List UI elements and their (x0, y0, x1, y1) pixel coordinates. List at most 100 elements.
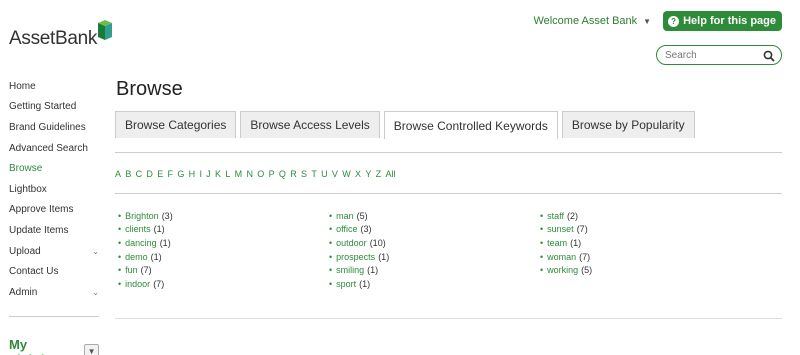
letter-link-k[interactable]: K (215, 169, 221, 179)
letter-link-h[interactable]: H (189, 169, 196, 179)
letter-link-t[interactable]: T (311, 169, 317, 179)
letter-link-s[interactable]: S (301, 169, 307, 179)
keyword-link[interactable]: working (547, 265, 578, 275)
letter-link-u[interactable]: U (321, 169, 328, 179)
help-button[interactable]: ? Help for this page (663, 11, 782, 31)
bullet-icon: • (118, 251, 122, 262)
letter-link-y[interactable]: Y (365, 169, 371, 179)
tab-browse-by-popularity[interactable]: Browse by Popularity (561, 111, 695, 138)
chevron-down-icon[interactable]: ⌄ (92, 247, 99, 256)
tabs-divider (115, 152, 782, 153)
keyword-link[interactable]: sunset (547, 224, 574, 234)
letter-link-g[interactable]: G (177, 169, 184, 179)
tab-browse-access-levels[interactable]: Browse Access Levels (240, 111, 380, 138)
sidebar-item-brand-guidelines[interactable]: Brand Guidelines (9, 117, 99, 138)
sidebar-item-update-items[interactable]: Update Items (9, 220, 99, 241)
letter-link-q[interactable]: Q (279, 169, 286, 179)
keyword-link[interactable]: smiling (336, 265, 364, 275)
letter-link-m[interactable]: M (235, 169, 243, 179)
letter-link-v[interactable]: V (332, 169, 338, 179)
letter-link-all[interactable]: All (385, 169, 395, 179)
sidebar-item-advanced-search[interactable]: Advanced Search (9, 138, 99, 159)
keyword-link[interactable]: dancing (125, 238, 157, 248)
keyword-link[interactable]: outdoor (336, 238, 367, 248)
keyword-count: (1) (367, 265, 379, 276)
chevron-down-icon[interactable]: ⌄ (92, 288, 99, 297)
search-input[interactable] (665, 49, 763, 61)
letter-link-a[interactable]: A (115, 169, 121, 179)
keyword-count: (1) (359, 278, 371, 289)
letter-link-b[interactable]: B (125, 169, 131, 179)
keyword-link[interactable]: prospects (336, 252, 375, 262)
keyword-list-item: • working (5) (540, 263, 592, 277)
sidebar-item-approve-items[interactable]: Approve Items (9, 200, 99, 221)
bullet-icon: • (118, 224, 122, 235)
bullet-icon: • (118, 278, 122, 289)
sidebar-item-label: Update Items (9, 224, 69, 236)
keyword-column-2: • man (5) • office (3) • outdoor (10) • prospects(… (329, 209, 389, 291)
letter-link-x[interactable]: X (355, 169, 361, 179)
keyword-link[interactable]: clients (125, 224, 151, 234)
letter-link-n[interactable]: N (246, 169, 253, 179)
letter-link-p[interactable]: P (269, 169, 275, 179)
keyword-list-item: • woman (7) (540, 250, 592, 264)
keyword-link[interactable]: woman (547, 252, 576, 262)
sidebar-item-label: Getting Started (9, 101, 77, 113)
keyword-count: (1) (570, 237, 582, 248)
welcome-text: Welcome Asset Bank (533, 15, 638, 27)
chevron-down-icon[interactable]: ▼ (84, 344, 99, 355)
keyword-link[interactable]: team (547, 238, 567, 248)
keyword-list-item: • Brighton (3) (118, 209, 173, 223)
letter-link-i[interactable]: I (199, 169, 202, 179)
letter-link-c[interactable]: C (136, 169, 143, 179)
sidebar-item-home[interactable]: Home (9, 76, 99, 97)
bullet-icon: • (118, 237, 122, 248)
keyword-link[interactable]: demo (125, 252, 148, 262)
sidebar-item-contact-us[interactable]: Contact Us (9, 261, 99, 282)
tab-browse-controlled-keywords[interactable]: Browse Controlled Keywords (383, 111, 558, 139)
search-icon[interactable] (763, 49, 775, 62)
letter-link-l[interactable]: L (225, 169, 230, 179)
keyword-link[interactable]: staff (547, 211, 564, 221)
letter-link-j[interactable]: J (206, 169, 211, 179)
letter-link-w[interactable]: W (342, 169, 351, 179)
bullet-icon: • (540, 224, 544, 235)
keyword-list-item: • dancing (1) (118, 236, 173, 250)
user-menu[interactable]: Welcome Asset Bank ▼ (533, 15, 651, 27)
sidebar-item-lightbox[interactable]: Lightbox (9, 179, 99, 200)
sidebar-item-upload[interactable]: Upload ⌄ (9, 241, 99, 262)
letter-link-e[interactable]: E (157, 169, 163, 179)
keyword-list-item: • prospects (1) (329, 250, 389, 264)
letter-link-d[interactable]: D (146, 169, 153, 179)
keyword-link[interactable]: indoor (125, 279, 150, 289)
sidebar-item-label: Advanced Search (9, 142, 88, 154)
keyword-link[interactable]: Brighton (125, 211, 159, 221)
sidebar-item-getting-started[interactable]: Getting Started (9, 97, 99, 118)
top-bar: Welcome Asset Bank ▼ ? Help for this pag… (533, 11, 782, 31)
keyword-link[interactable]: fun (125, 265, 138, 275)
bullet-icon: • (329, 251, 333, 262)
logo-cube-icon (98, 20, 113, 45)
sidebar-item-label: Browse (9, 163, 43, 175)
keyword-list-item: • outdoor (10) (329, 236, 389, 250)
letter-link-z[interactable]: Z (376, 169, 382, 179)
keyword-link[interactable]: man (336, 211, 354, 221)
tab-browse-categories[interactable]: Browse Categories (115, 111, 237, 138)
sidebar-item-admin[interactable]: Admin ⌄ (9, 282, 99, 303)
keyword-column-1: • Brighton (3) • clients (1) • dancing (1) • demo(… (118, 209, 173, 291)
assetbank-logo[interactable]: AssetBank (9, 20, 113, 50)
keyword-list-item: • staff (2) (540, 209, 592, 223)
letter-link-r[interactable]: R (290, 169, 297, 179)
letter-link-f[interactable]: F (168, 169, 174, 179)
keyword-count: (1) (153, 224, 165, 235)
bullet-icon: • (540, 251, 544, 262)
alphabet-filter: A B C D E F G H I J K L M N O P Q R S T U V W X Y Z All (115, 169, 400, 179)
keyword-link[interactable]: office (336, 224, 357, 234)
letter-link-o[interactable]: O (257, 169, 264, 179)
help-label: Help for this page (683, 15, 776, 27)
sidebar-item-label: Brand Guidelines (9, 121, 86, 133)
bullet-icon: • (118, 210, 122, 221)
keyword-column-3: • staff (2) • sunset (7) • team (1) • woman (7) • wor… (540, 209, 592, 277)
sidebar-item-browse[interactable]: Browse (9, 158, 99, 179)
keyword-link[interactable]: sport (336, 279, 356, 289)
